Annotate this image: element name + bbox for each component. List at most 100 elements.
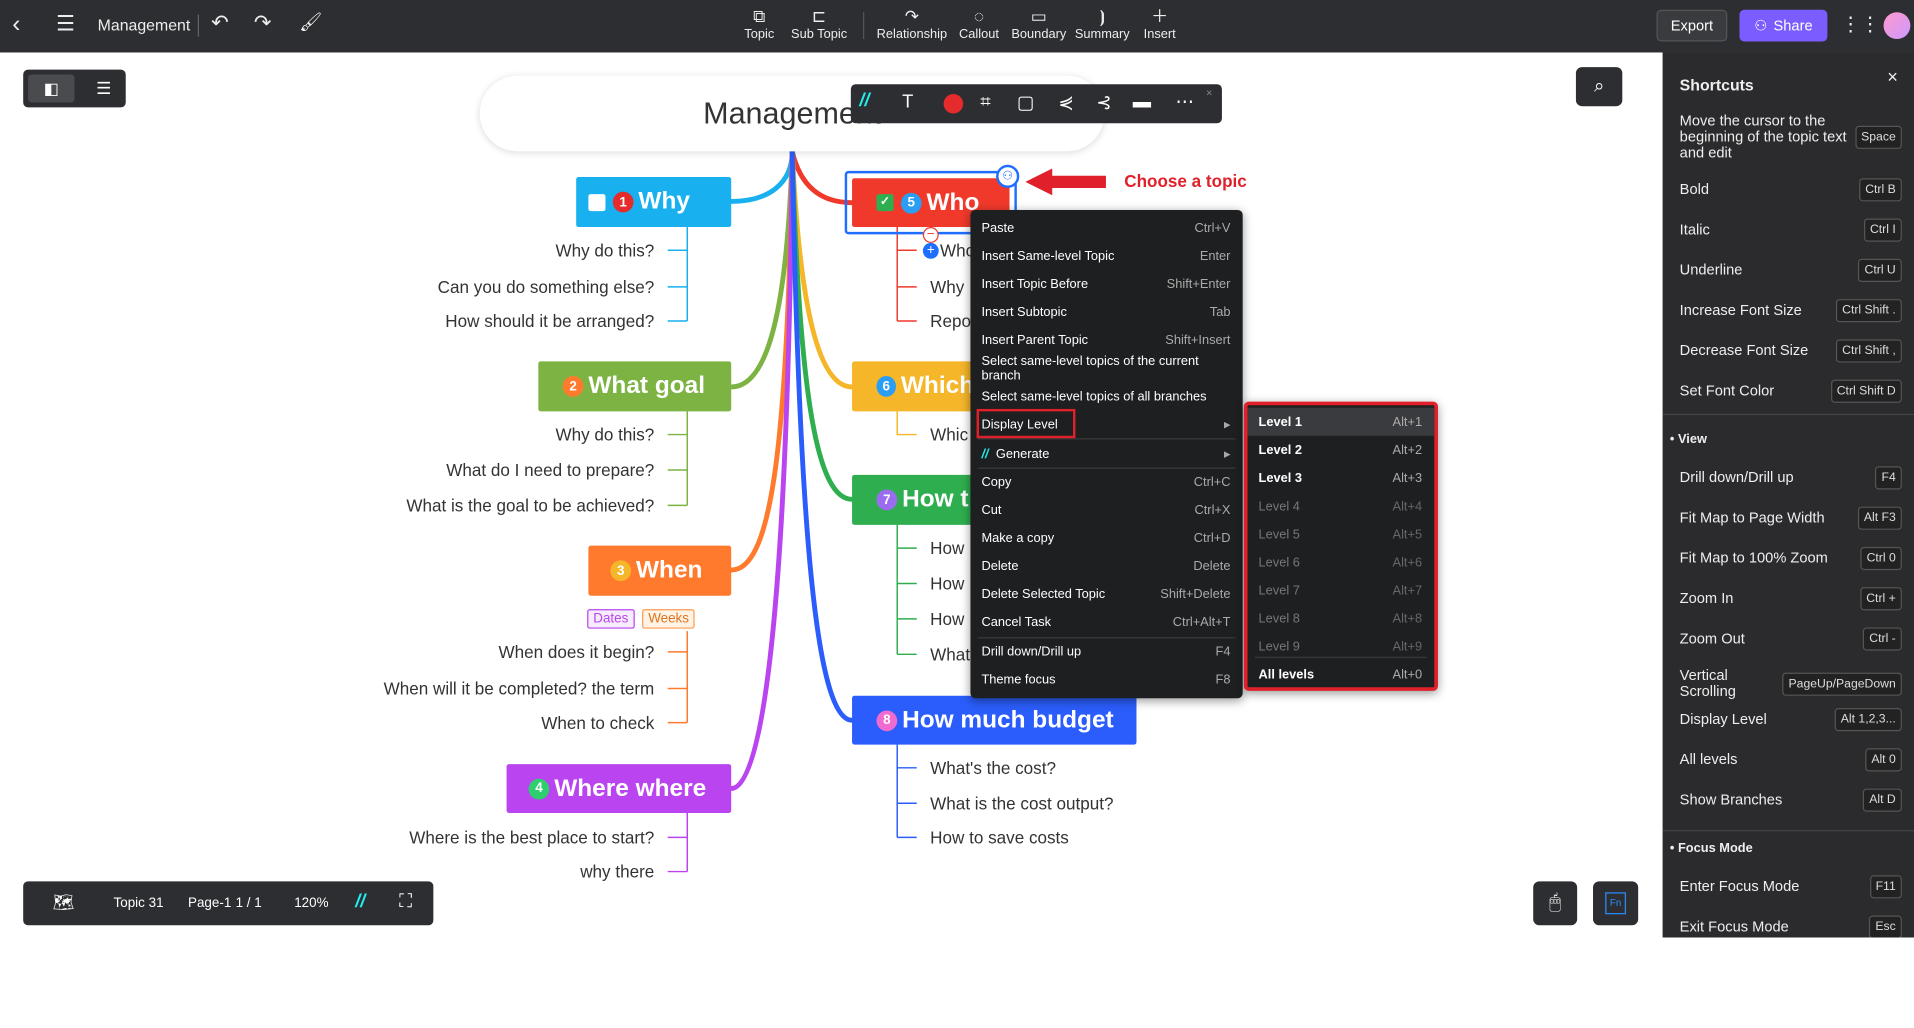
subtopic[interactable]: Can you do something else? [438, 277, 655, 297]
context-menu-item-insert-same-level-topic[interactable]: Insert Same-level Topic Enter [970, 242, 1242, 270]
view-toggle: ◧ ☰ [23, 69, 126, 108]
export-button[interactable]: Export [1656, 9, 1728, 42]
submenu-item-level[interactable]: Level 6 Alt+6 [1248, 548, 1435, 576]
submenu-item-level[interactable]: Level 2 Alt+2 [1248, 436, 1435, 464]
branch-style-icon[interactable]: ⊰ [1096, 92, 1111, 114]
subtopic[interactable]: How should it be arranged? [445, 311, 654, 331]
label-tag[interactable]: Weeks [642, 609, 696, 629]
add-subtopic-icon[interactable]: + [922, 242, 939, 259]
subtopic[interactable]: What's the cost? [930, 758, 1056, 778]
context-menu-item-theme-focus[interactable]: Theme focus F8 [970, 665, 1242, 693]
structure-icon[interactable]: ⋞ [1058, 92, 1073, 114]
shortcut-row: Fit Map to Page Width Alt F3 [1680, 506, 1902, 530]
more-icon[interactable]: ⋯ [1176, 90, 1194, 113]
collapse-icon[interactable]: − [922, 227, 939, 243]
share-button[interactable]: ⚇ Share [1739, 9, 1828, 42]
submenu-item-level[interactable]: Level 1 Alt+1 [1247, 407, 1435, 436]
mindmap-view-icon[interactable]: ◧ [28, 74, 75, 103]
subtopic[interactable]: How [930, 574, 964, 594]
search-icon: ⌕ [1593, 75, 1605, 97]
submenu-item-level[interactable]: Level 3 Alt+3 [1248, 464, 1435, 492]
submenu-item-level[interactable]: Level 4 Alt+4 [1248, 492, 1435, 520]
shortcuts-button[interactable]: Fn [1593, 881, 1639, 926]
subtopic[interactable]: What do I need to prepare? [446, 460, 654, 480]
map-icon[interactable]: 🗺 [52, 892, 74, 913]
subtopic[interactable]: Why do this? [555, 240, 654, 260]
subtopic[interactable]: why there [580, 862, 654, 882]
context-menu-item-make-a-copy[interactable]: Make a copy Ctrl+D [970, 524, 1242, 552]
checkbox-checked-icon[interactable]: ✓ [876, 194, 894, 212]
context-menu-item-cut[interactable]: Cut Ctrl+X [970, 496, 1242, 524]
context-menu-item-select-same-level-topics-of-all-branches[interactable]: Select same-level topics of all branches [970, 382, 1242, 410]
shortcut-key: Ctrl Shift . [1836, 299, 1902, 323]
topic-where-where[interactable]: 4 Where where [506, 764, 732, 813]
subtopic[interactable]: When to check [541, 713, 654, 733]
topic-why[interactable]: 1 Why [576, 177, 732, 228]
subtopic[interactable]: What is the goal to be achieved? [406, 496, 654, 516]
topic-title: When [635, 556, 703, 584]
close-icon[interactable]: × [1206, 87, 1212, 99]
ai-logo-icon[interactable]: // [355, 891, 365, 912]
line-color-icon[interactable]: ▬ [1133, 92, 1151, 113]
topic-when[interactable]: 3 When [588, 545, 732, 596]
fullscreen-icon[interactable]: ⛶ [399, 891, 412, 912]
subtopic[interactable]: Whic [930, 425, 968, 445]
context-menu-item-insert-topic-before[interactable]: Insert Topic Before Shift+Enter [970, 270, 1242, 298]
shortcut-row: Decrease Font Size Ctrl Shift , [1680, 339, 1902, 363]
topic-which[interactable]: 6 Which [852, 361, 975, 412]
subtopic[interactable]: When will it be completed? the term [384, 679, 655, 699]
submenu-item-level[interactable]: Level 5 Alt+5 [1248, 520, 1435, 548]
subtopic[interactable]: Why [930, 277, 964, 297]
context-menu-item-drill-down-drill-up[interactable]: Drill down/Drill up F4 [970, 637, 1242, 665]
menu-item-shortcut: Alt+1 [1392, 414, 1423, 430]
red-arrow-icon [1025, 168, 1106, 196]
submenu-item-level[interactable]: All levels Alt+0 [1248, 660, 1435, 688]
topic-what-goal[interactable]: 2 What goal [538, 361, 732, 412]
submenu-item-level[interactable]: Level 8 Alt+8 [1248, 604, 1435, 632]
border-icon[interactable]: ▢ [1017, 92, 1034, 114]
section-view-title: • View [1669, 432, 1707, 447]
context-menu-item-insert-subtopic[interactable]: Insert Subtopic Tab [970, 298, 1242, 326]
context-menu-item-cancel-task[interactable]: Cancel Task Ctrl+Alt+T [970, 608, 1242, 636]
subtopic[interactable]: What [930, 645, 970, 665]
subtopic[interactable]: When does it begin? [498, 642, 654, 662]
context-menu-item-delete-selected-topic[interactable]: Delete Selected Topic Shift+Delete [970, 580, 1242, 608]
context-menu-item-copy[interactable]: Copy Ctrl+C [970, 468, 1242, 496]
label-tag[interactable]: Dates [587, 609, 635, 629]
shortcut-key: Alt F3 [1857, 506, 1902, 530]
drag-handle-icon[interactable]: ⚇ [996, 164, 1020, 188]
shortcut-key: Ctrl 0 [1860, 546, 1902, 571]
topic-how-much-budget[interactable]: 8 How much budget [852, 695, 1137, 745]
outline-view-icon[interactable]: ☰ [89, 74, 118, 102]
context-menu-item-select-same-level-topics-of-the-current-branch[interactable]: Select same-level topics of the current … [970, 353, 1242, 382]
zoom-level[interactable]: 120% [294, 896, 328, 911]
subtopic[interactable]: How [930, 538, 964, 558]
avatar[interactable] [1883, 12, 1911, 40]
fill-color-icon[interactable] [943, 93, 964, 114]
submenu-item-level[interactable]: Level 7 Alt+7 [1248, 576, 1435, 604]
subtopic[interactable]: Repo [930, 311, 971, 331]
context-menu-item-paste[interactable]: Paste Ctrl+V [970, 214, 1242, 242]
subtopic[interactable]: What is the cost output? [930, 793, 1113, 813]
shape-icon[interactable]: ⌗ [980, 92, 990, 113]
text-icon[interactable]: T [902, 92, 913, 113]
subtopic[interactable]: How to save costs [930, 828, 1069, 848]
checkbox-icon[interactable] [588, 193, 606, 211]
page-selector[interactable]: Page-1 [188, 896, 231, 911]
context-menu-item-generate[interactable]: // Generate ▸ [970, 439, 1242, 467]
subtopic[interactable]: How [930, 609, 964, 629]
subtopic[interactable]: Where is the best place to start? [409, 828, 654, 848]
shortcut-key: Alt D [1863, 788, 1902, 812]
context-menu-item-insert-parent-topic[interactable]: Insert Parent Topic Shift+Insert [970, 326, 1242, 354]
shortcut-row: Show Branches Alt D [1680, 788, 1902, 812]
subtopic[interactable]: Why do this? [555, 425, 654, 445]
shortcut-key: Alt 0 [1865, 748, 1902, 772]
mouse-mode-button[interactable]: 🖱 [1533, 881, 1578, 926]
topic-how[interactable]: 7 How t [852, 474, 975, 525]
close-icon[interactable]: × [1887, 67, 1898, 88]
topic-title: Which [900, 372, 975, 400]
search-button[interactable]: ⌕ [1575, 67, 1623, 107]
context-menu-item-delete[interactable]: Delete Delete [970, 552, 1242, 580]
apps-grid-icon[interactable]: ⋮⋮ [1841, 12, 1880, 36]
ai-logo-icon[interactable]: // [859, 90, 869, 111]
